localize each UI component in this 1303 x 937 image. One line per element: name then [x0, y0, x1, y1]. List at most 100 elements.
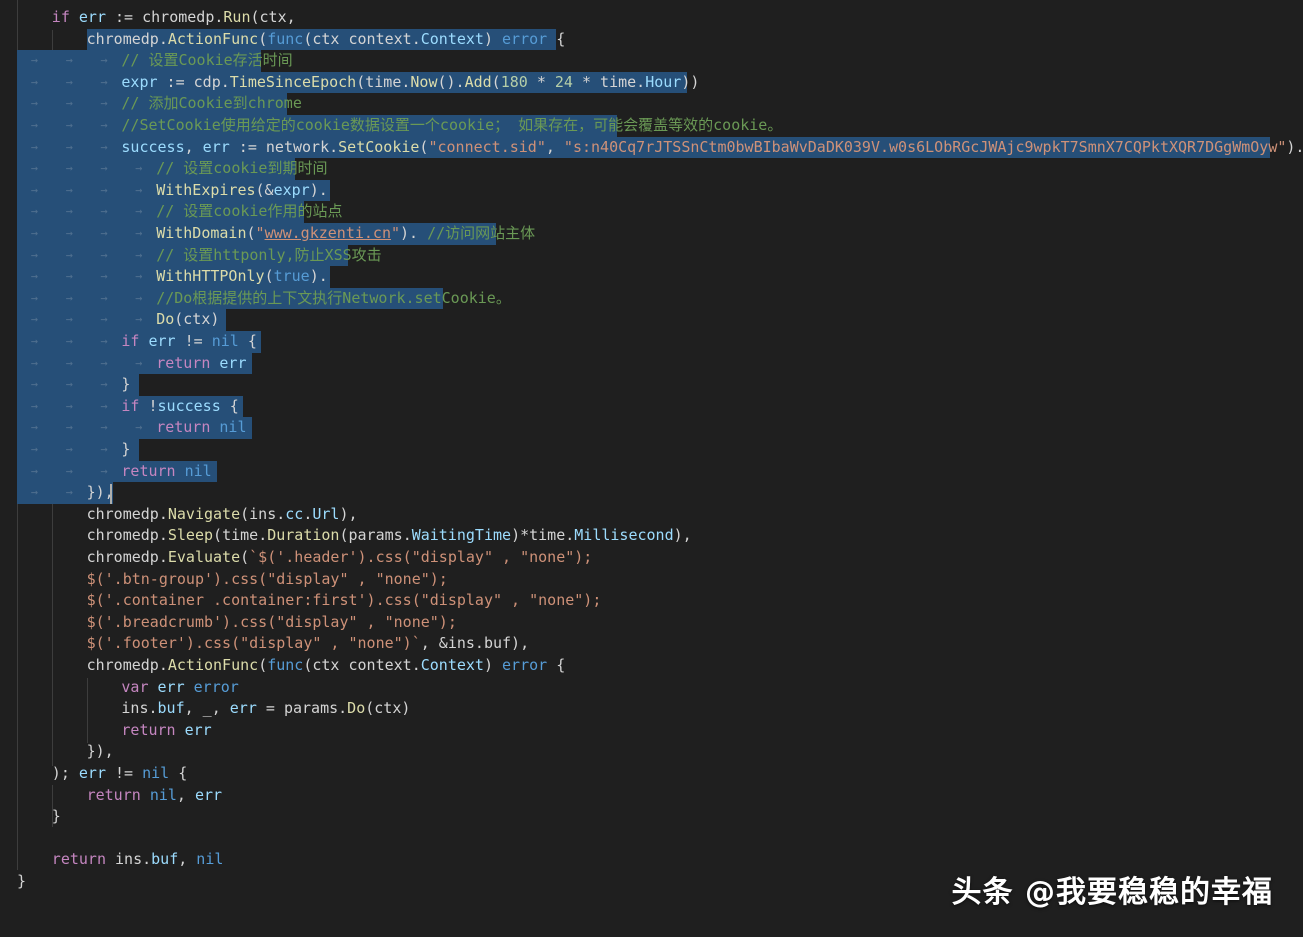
code-line[interactable]: →→}), [0, 482, 1303, 504]
tab-marker: → [52, 461, 87, 483]
tab-marker: → [121, 353, 156, 375]
code-line-text: WithHTTPOnly(true). [156, 266, 328, 288]
code-line[interactable]: chromedp.Evaluate(`$('.header').css("dis… [0, 547, 1303, 569]
tab-marker: → [121, 266, 156, 288]
tab-marker: → [87, 331, 122, 353]
code-line-text: Do(ctx) [156, 309, 219, 331]
code-line-text: chromedp.Sleep(time.Duration(params.Wait… [87, 525, 692, 547]
code-line[interactable]: }), [0, 741, 1303, 763]
code-line-text: return nil [121, 461, 211, 483]
tab-marker: → [87, 396, 122, 418]
code-line[interactable]: →→→expr := cdp.TimeSinceEpoch(time.Now()… [0, 72, 1303, 94]
tab-marker: → [17, 461, 52, 483]
code-editor[interactable]: if err := chromedp.Run(ctx,chromedp.Acti… [0, 0, 1303, 937]
code-line[interactable]: →→→→// 设置httponly,防止XSS攻击 [0, 245, 1303, 267]
code-line[interactable]: →→→// 设置Cookie存活时间 [0, 50, 1303, 72]
tab-marker: → [121, 223, 156, 245]
code-line[interactable]: →→→→WithExpires(&expr). [0, 180, 1303, 202]
code-line-text: return ins.buf, nil [52, 849, 224, 871]
code-line[interactable]: var err error [0, 677, 1303, 699]
tab-marker: → [52, 266, 87, 288]
code-line[interactable]: chromedp.Sleep(time.Duration(params.Wait… [0, 525, 1303, 547]
code-line[interactable]: →→→//SetCookie使用给定的cookie数据设置一个cookie； 如… [0, 115, 1303, 137]
code-line-text: return err [156, 353, 246, 375]
tab-marker: → [87, 374, 122, 396]
code-line[interactable]: →→→if err != nil { [0, 331, 1303, 353]
tab-marker: → [87, 417, 122, 439]
code-line[interactable]: →→→→return err [0, 353, 1303, 375]
tab-marker: → [52, 396, 87, 418]
code-line-text: success, err := network.SetCookie("conne… [121, 137, 1303, 159]
code-line-text: $('.breadcrumb').css("display" , "none")… [87, 612, 457, 634]
tab-marker: → [87, 180, 122, 202]
watermark: 头条 @我要稳稳的幸福 [952, 867, 1273, 911]
code-line-text: WithDomain("www.gkzenti.cn"). //访问网站主体 [156, 223, 535, 245]
tab-marker: → [17, 439, 52, 461]
tab-marker: → [87, 137, 122, 159]
tab-marker: → [17, 374, 52, 396]
code-line[interactable]: →→→success, err := network.SetCookie("co… [0, 137, 1303, 159]
code-line[interactable]: →→→→Do(ctx) [0, 309, 1303, 331]
code-line[interactable]: →→→→return nil [0, 417, 1303, 439]
code-line[interactable] [0, 828, 1303, 850]
tab-marker: → [121, 180, 156, 202]
code-line[interactable]: →→→if !success { [0, 396, 1303, 418]
tab-marker: → [121, 201, 156, 223]
code-line[interactable]: } [0, 806, 1303, 828]
code-line[interactable]: $('.footer').css("display" , "none")`, &… [0, 633, 1303, 655]
tab-marker: → [52, 331, 87, 353]
code-line[interactable]: →→→} [0, 374, 1303, 396]
code-line-text: WithExpires(&expr). [156, 180, 328, 202]
tab-marker: → [17, 158, 52, 180]
tab-marker: → [87, 201, 122, 223]
code-line[interactable]: →→→→//Do根据提供的上下文执行Network.setCookie。 [0, 288, 1303, 310]
tab-marker: → [17, 396, 52, 418]
code-line[interactable]: $('.container .container:first').css("di… [0, 590, 1303, 612]
code-line[interactable]: ); err != nil { [0, 763, 1303, 785]
tab-marker: → [87, 223, 122, 245]
tab-marker: → [17, 50, 52, 72]
code-line-text: var err error [121, 677, 238, 699]
code-line[interactable]: →→→→// 设置cookie到期时间 [0, 158, 1303, 180]
code-line[interactable]: if err := chromedp.Run(ctx, [0, 7, 1303, 29]
code-line-text: return nil [156, 417, 246, 439]
code-line[interactable]: return nil, err [0, 785, 1303, 807]
code-line[interactable]: →→→→// 设置cookie作用的站点 [0, 201, 1303, 223]
tab-marker: → [17, 288, 52, 310]
tab-marker: → [17, 482, 52, 504]
code-line[interactable]: ins.buf, _, err = params.Do(ctx) [0, 698, 1303, 720]
code-line-text: //Do根据提供的上下文执行Network.setCookie。 [156, 288, 511, 310]
tab-marker: → [87, 158, 122, 180]
code-line[interactable]: →→→return nil [0, 461, 1303, 483]
code-line[interactable]: chromedp.Navigate(ins.cc.Url), [0, 504, 1303, 526]
code-line-text: return err [121, 720, 211, 742]
tab-marker: → [52, 353, 87, 375]
tab-marker: → [52, 439, 87, 461]
tab-marker: → [52, 201, 87, 223]
tab-marker: → [121, 417, 156, 439]
tab-marker: → [17, 331, 52, 353]
code-line-text: ); err != nil { [52, 763, 187, 785]
code-line[interactable]: $('.btn-group').css("display" , "none"); [0, 569, 1303, 591]
code-line[interactable]: →→→→WithDomain("www.gkzenti.cn"). //访问网站… [0, 223, 1303, 245]
code-line[interactable]: chromedp.ActionFunc(func(ctx context.Con… [0, 655, 1303, 677]
code-line-text: chromedp.Navigate(ins.cc.Url), [87, 504, 358, 526]
code-line[interactable]: chromedp.ActionFunc(func(ctx context.Con… [0, 29, 1303, 51]
code-line-text: // 设置cookie到期时间 [156, 158, 327, 180]
code-line-text: expr := cdp.TimeSinceEpoch(time.Now().Ad… [121, 72, 699, 94]
tab-marker: → [52, 482, 87, 504]
code-line[interactable]: →→→// 添加Cookie到chrome [0, 93, 1303, 115]
code-line-text: // 添加Cookie到chrome [121, 93, 301, 115]
tab-marker: → [52, 417, 87, 439]
tab-marker: → [87, 50, 122, 72]
code-line[interactable]: return err [0, 720, 1303, 742]
code-line[interactable]: →→→→WithHTTPOnly(true). [0, 266, 1303, 288]
code-line[interactable]: →→→} [0, 439, 1303, 461]
tab-marker: → [87, 93, 122, 115]
tab-marker: → [121, 309, 156, 331]
tab-marker: → [52, 158, 87, 180]
code-line-text: chromedp.Evaluate(`$('.header').css("dis… [87, 547, 593, 569]
code-line[interactable]: $('.breadcrumb').css("display" , "none")… [0, 612, 1303, 634]
tab-marker: → [17, 223, 52, 245]
tab-marker: → [87, 266, 122, 288]
